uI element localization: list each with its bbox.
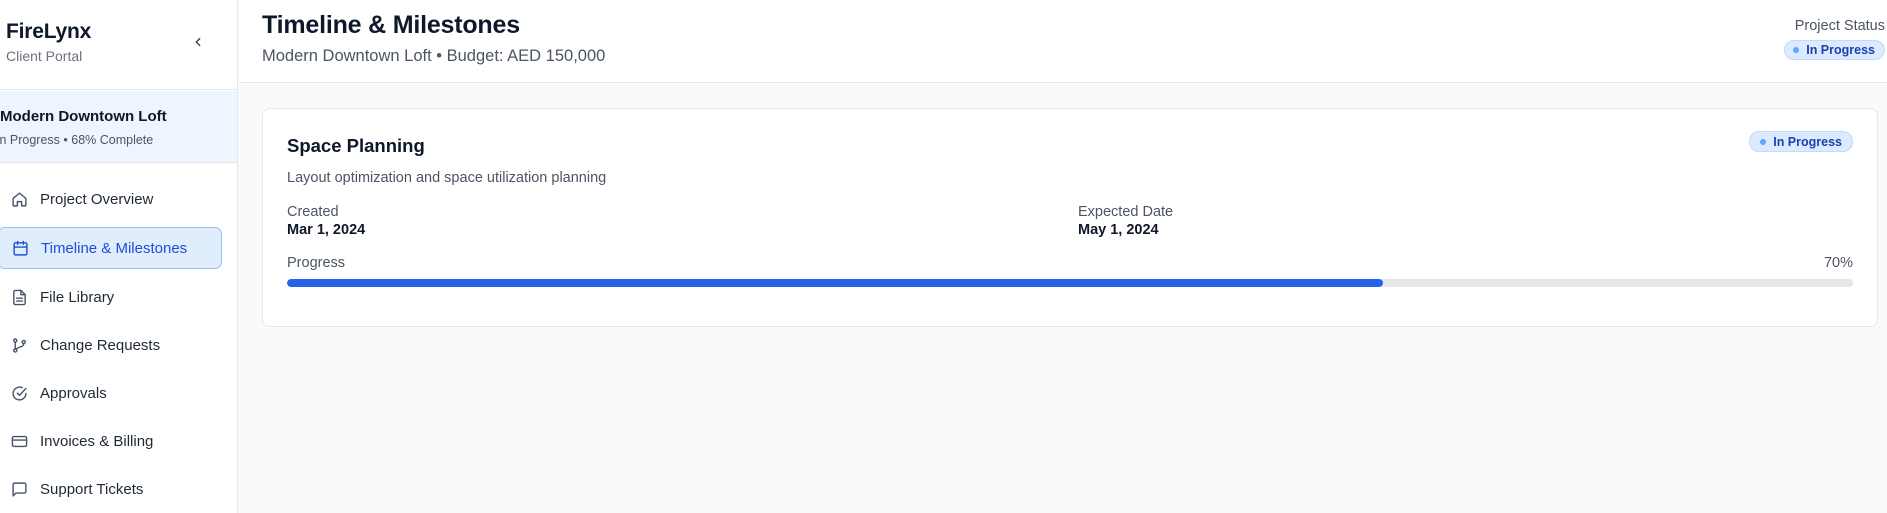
sidebar-item-approvals[interactable]: Approvals xyxy=(0,372,222,414)
project-card-meta: In Progress • 68% Complete xyxy=(0,133,154,147)
progress-bar xyxy=(287,279,1853,287)
expected-date-value: May 1, 2024 xyxy=(1078,222,1159,238)
sidebar-item-support-tickets[interactable]: Support Tickets xyxy=(0,468,222,510)
status-dot-icon xyxy=(1793,47,1800,53)
sidebar-item-label: Project Overview xyxy=(40,190,154,208)
page-title: Timeline & Milestones xyxy=(262,11,520,39)
brand-header: FireLynx Client Portal xyxy=(0,0,237,90)
project-status-badge: In Progress xyxy=(1784,40,1885,60)
milestone-card[interactable]: Space Planning In Progress Layout optimi… xyxy=(262,108,1878,327)
project-status-label: Project Status xyxy=(1794,18,1885,34)
calendar-icon xyxy=(11,239,29,257)
file-icon xyxy=(10,288,28,306)
milestone-title: Space Planning xyxy=(287,135,425,156)
project-status-value: In Progress xyxy=(1806,43,1875,57)
progress-label: Progress xyxy=(287,255,346,271)
sidebar: FireLynx Client Portal Modern Downtown L… xyxy=(0,0,238,513)
chevron-left-icon xyxy=(195,37,201,47)
git-branch-icon xyxy=(10,336,28,354)
collapse-sidebar-button[interactable] xyxy=(188,32,208,52)
page-subtitle: Modern Downtown Loft • Budget: AED 150,0… xyxy=(262,47,606,65)
sidebar-item-label: Invoices & Billing xyxy=(40,432,154,450)
sidebar-item-invoices-billing[interactable]: Invoices & Billing xyxy=(0,420,222,462)
milestone-description: Layout optimization and space utilizatio… xyxy=(287,170,607,186)
home-icon xyxy=(10,190,28,208)
created-value: Mar 1, 2024 xyxy=(287,222,366,238)
page-header: Timeline & Milestones Modern Downtown Lo… xyxy=(239,0,1887,83)
current-project-card[interactable]: Modern Downtown Loft In Progress • 68% C… xyxy=(0,91,237,163)
check-circle-icon xyxy=(10,384,28,402)
project-card-name: Modern Downtown Loft xyxy=(0,108,167,125)
message-square-icon xyxy=(10,480,28,498)
sidebar-item-label: Change Requests xyxy=(40,336,161,354)
milestone-status-value: In Progress xyxy=(1773,134,1842,149)
sidebar-item-file-library[interactable]: File Library xyxy=(0,276,222,318)
expected-date-label: Expected Date xyxy=(1078,204,1174,220)
sidebar-item-label: File Library xyxy=(40,288,115,306)
sidebar-item-timeline-milestones[interactable]: Timeline & Milestones xyxy=(0,227,222,269)
sidebar-item-change-requests[interactable]: Change Requests xyxy=(0,324,222,366)
created-label: Created xyxy=(287,204,339,220)
status-dot-icon xyxy=(1760,138,1767,145)
credit-card-icon xyxy=(10,432,28,450)
progress-percent: 70% xyxy=(1823,255,1853,271)
sidebar-item-label: Support Tickets xyxy=(40,480,144,498)
progress-bar-fill xyxy=(287,279,1384,287)
sidebar-item-label: Timeline & Milestones xyxy=(41,239,188,257)
sidebar-item-project-overview[interactable]: Project Overview xyxy=(0,178,222,220)
sidebar-item-label: Approvals xyxy=(40,384,107,402)
milestone-status-badge: In Progress xyxy=(1749,131,1853,152)
